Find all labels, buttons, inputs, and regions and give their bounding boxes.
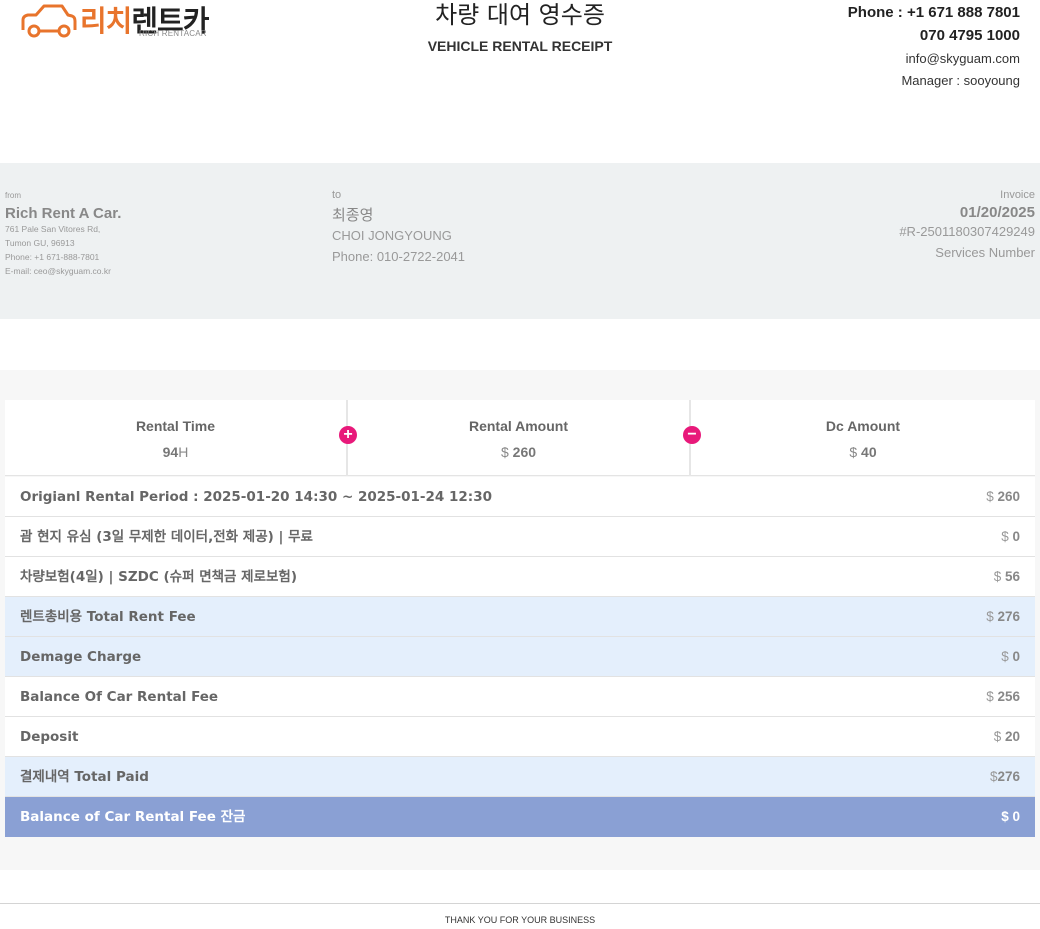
from-email: E-mail: ceo@skyguam.co.kr: [5, 266, 111, 276]
to-block: to 최종영 CHOI JONGYOUNG Phone: 010-2722-20…: [332, 189, 465, 267]
rental-amount-value: $ 260: [500, 444, 537, 460]
fee-row-amount: $ 256: [986, 689, 1020, 704]
contact-phone: Phone : +1 671 888 7801: [847, 4, 1020, 21]
fee-row-amount: $ 20: [993, 729, 1020, 744]
invoice-services-label: Services Number: [935, 245, 1035, 260]
fee-row-label: Origianl Rental Period : 2025-01-20 14:3…: [20, 489, 492, 505]
contact-phone-secondary: 070 4795 1000: [919, 27, 1020, 44]
from-address-line2: Tumon GU, 96913: [5, 238, 75, 248]
from-phone: Phone: +1 671-888-7801: [5, 252, 100, 262]
fee-row-amount: $276: [989, 769, 1020, 784]
fee-row-label: Demage Charge: [20, 649, 142, 665]
dc-amount-cell: Dc Amount $ 40: [691, 400, 1035, 476]
fee-row-balance: Balance Of Car Rental Fee $ 256: [5, 677, 1035, 717]
company-contact: Phone : +1 671 888 7801 070 4795 1000 in…: [848, 2, 1020, 92]
rental-amount-label: Rental Amount: [468, 418, 569, 434]
to-name-korean: 최종영: [332, 206, 374, 224]
fee-rows: Origianl Rental Period : 2025-01-20 14:3…: [5, 477, 1035, 837]
fee-row-insurance: 차량보험(4일) | SZDC (슈퍼 면책금 제로보험) $ 56: [5, 557, 1035, 597]
fee-row-label: 괌 현지 유심 (3일 무제한 데이터,전화 제공) | 무료: [20, 529, 313, 545]
fee-panel: Rental Time 94H + Rental Amount $ 260 − …: [0, 370, 1040, 870]
receipt-header: 리치렌트카 RICH RENTACAR 차량 대여 영수증 VEHICLE RE…: [0, 0, 1040, 120]
invoice-number: #R-2501180307429249: [899, 224, 1035, 239]
fee-row-label: Balance Of Car Rental Fee: [20, 689, 219, 705]
fee-row-amount: $ 0: [1001, 529, 1020, 544]
rental-time-label: Rental Time: [135, 418, 216, 434]
fee-row-label: 렌트총비용 Total Rent Fee: [20, 609, 196, 625]
footer-divider: [0, 903, 1040, 904]
from-address-line1: 761 Pale San Vitores Rd,: [5, 224, 101, 234]
fee-row-amount: $ 56: [993, 569, 1020, 584]
fee-row-deposit: Deposit $ 20: [5, 717, 1035, 757]
fee-row-usim: 괌 현지 유심 (3일 무제한 데이터,전화 제공) | 무료 $ 0: [5, 517, 1035, 557]
to-label: to: [332, 189, 342, 201]
dc-amount-label: Dc Amount: [825, 418, 901, 434]
fee-row-label: 차량보험(4일) | SZDC (슈퍼 면책금 제로보험): [20, 569, 298, 585]
rental-time-cell: Rental Time 94H: [5, 400, 346, 476]
rental-summary: Rental Time 94H + Rental Amount $ 260 − …: [5, 400, 1035, 476]
fee-row-total-paid: 결제내역 Total Paid $276: [5, 757, 1035, 797]
to-phone: Phone: 010-2722-2041: [332, 249, 466, 264]
invoice-date: 01/20/2025: [959, 204, 1035, 221]
rental-amount-cell: Rental Amount $ 260: [348, 400, 689, 476]
invoice-block: Invoice 01/20/2025 #R-2501180307429249 S…: [899, 189, 1035, 263]
to-name-english: CHOI JONGYOUNG: [332, 228, 452, 243]
from-name: Rich Rent A Car.: [5, 205, 122, 222]
from-label: from: [5, 191, 21, 200]
fee-row-label: Balance of Car Rental Fee 잔금: [20, 809, 246, 825]
fee-row-label: Deposit: [20, 729, 79, 745]
footer-message: THANK YOU FOR YOUR BUSINESS: [444, 915, 596, 925]
fee-row-label: 결제내역 Total Paid: [20, 769, 149, 785]
fee-row-damage-charge: Demage Charge $ 0: [5, 637, 1035, 677]
fee-row-rental-period: Origianl Rental Period : 2025-01-20 14:3…: [5, 477, 1035, 517]
contact-email: info@skyguam.com: [905, 51, 1020, 66]
dc-amount-value: $ 40: [849, 444, 877, 460]
invoice-label: Invoice: [1000, 189, 1035, 201]
contact-manager: Manager : sooyoung: [901, 73, 1020, 88]
fee-row-amount: $ 276: [986, 609, 1020, 624]
fee-row-amount: $ 0: [1001, 649, 1020, 664]
fee-row-amount: $ 260: [986, 489, 1020, 504]
billing-info-band: from Rich Rent A Car. 761 Pale San Vitor…: [0, 163, 1040, 319]
rental-time-value: 94H: [162, 444, 189, 460]
fee-row-remaining-balance: Balance of Car Rental Fee 잔금 $ 0: [5, 797, 1035, 837]
fee-row-amount: $ 0: [1001, 809, 1020, 824]
from-block: from Rich Rent A Car. 761 Pale San Vitor…: [5, 191, 121, 278]
fee-row-total-rent: 렌트총비용 Total Rent Fee $ 276: [5, 597, 1035, 637]
